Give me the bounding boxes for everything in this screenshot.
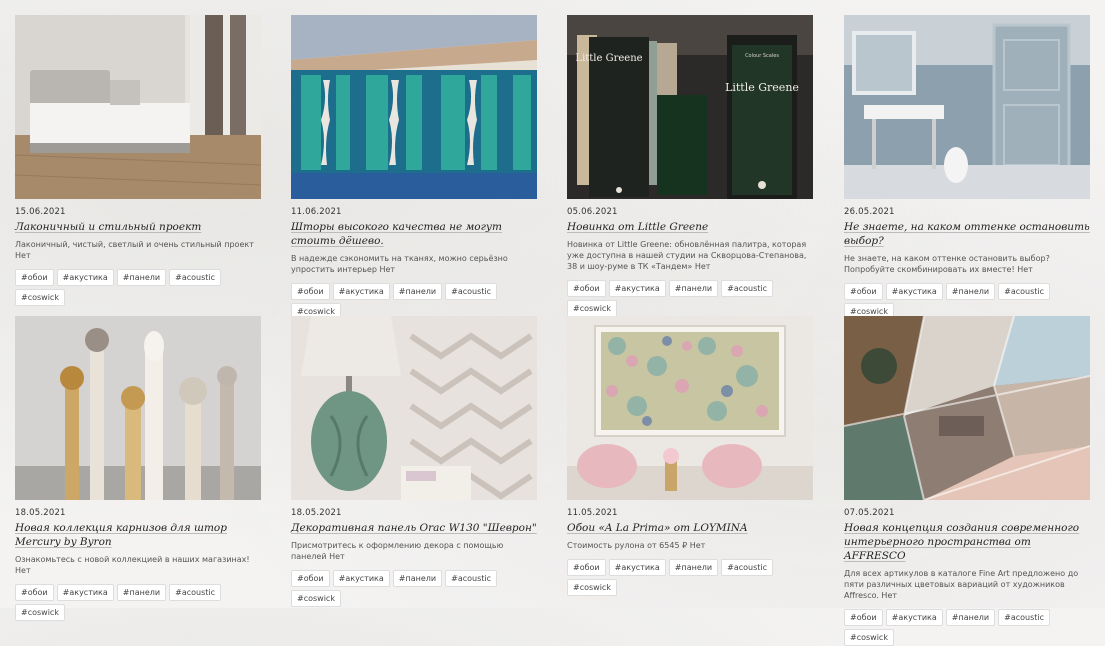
- tag-paneli[interactable]: #панели: [668, 559, 719, 576]
- tag-oboi[interactable]: #обои: [844, 609, 883, 626]
- tag-list: #обои #акустика #панели #acoustic #coswi…: [567, 280, 813, 317]
- tag-acoustic[interactable]: #acoustic: [169, 584, 222, 601]
- tag-acoustic[interactable]: #acoustic: [998, 283, 1051, 300]
- article-title[interactable]: Лаконичный и стильный проект: [15, 220, 261, 234]
- tag-list: #обои #акустика #панели #acoustic #coswi…: [844, 283, 1090, 320]
- tag-coswick[interactable]: #coswick: [15, 604, 65, 621]
- tag-coswick[interactable]: #coswick: [567, 300, 617, 317]
- article-title[interactable]: Новая коллекция карнизов для штор Mercur…: [15, 521, 261, 549]
- article-image[interactable]: [15, 15, 261, 199]
- article-description: Ознакомьтесь с новой коллекцией в наших …: [15, 555, 250, 575]
- tag-oboi[interactable]: #обои: [567, 280, 606, 297]
- article-image[interactable]: Little Greene Little Greene Colour Scale…: [567, 15, 813, 199]
- article-image[interactable]: [844, 15, 1090, 199]
- article-date: 15.06.2021: [15, 207, 66, 217]
- tag-akustika[interactable]: #акустика: [885, 609, 943, 626]
- tag-coswick[interactable]: #coswick: [15, 289, 65, 306]
- article-description: Присмотритесь к оформлению декора с помо…: [291, 541, 504, 561]
- article-title[interactable]: Не знаете, на каком оттенке остановить в…: [844, 220, 1090, 248]
- tag-oboi[interactable]: #обои: [291, 570, 330, 587]
- catalog-label: Colour Scales: [745, 53, 779, 59]
- tag-list: #обои #акустика #панели #acoustic #coswi…: [291, 570, 537, 607]
- tag-acoustic[interactable]: #acoustic: [169, 269, 222, 286]
- article-description: Новинка от Little Greene: обновлённая па…: [567, 240, 807, 271]
- article-card: 11.06.2021 Шторы высокого качества не мо…: [291, 15, 537, 320]
- tag-paneli[interactable]: #панели: [116, 584, 167, 601]
- article-image[interactable]: [291, 15, 537, 199]
- tag-oboi[interactable]: #обои: [291, 283, 330, 300]
- tag-acoustic[interactable]: #acoustic: [721, 280, 774, 297]
- tag-paneli[interactable]: #панели: [116, 269, 167, 286]
- brand-label: Little Greene: [725, 81, 799, 94]
- tag-list: #обои #акустика #панели #acoustic #coswi…: [567, 559, 813, 596]
- tag-oboi[interactable]: #обои: [15, 584, 54, 601]
- tag-acoustic[interactable]: #acoustic: [445, 570, 498, 587]
- tag-akustika[interactable]: #акустика: [885, 283, 943, 300]
- article-card: 26.05.2021 Не знаете, на каком оттенке о…: [844, 15, 1090, 320]
- article-card: 18.05.2021 Новая коллекция карнизов для …: [15, 316, 261, 621]
- tag-acoustic[interactable]: #acoustic: [445, 283, 498, 300]
- article-image[interactable]: [844, 316, 1090, 500]
- article-date: 11.06.2021: [291, 207, 342, 217]
- tag-akustika[interactable]: #акустика: [56, 269, 114, 286]
- article-card: Little Greene Little Greene Colour Scale…: [567, 15, 813, 317]
- article-image[interactable]: [291, 316, 537, 500]
- tag-paneli[interactable]: #панели: [392, 283, 443, 300]
- article-title[interactable]: Новая концепция создания современного ин…: [844, 521, 1090, 563]
- tag-akustika[interactable]: #акустика: [608, 280, 666, 297]
- article-description: В надежде сэкономить на тканях, можно се…: [291, 254, 508, 274]
- article-description: Стоимость рулона от 6545 ₽ Нет: [567, 541, 706, 550]
- article-image[interactable]: [567, 316, 813, 500]
- article-card: 18.05.2021 Декоративная панель Orac W130…: [291, 316, 537, 607]
- article-title[interactable]: Шторы высокого качества не могут стоить …: [291, 220, 537, 248]
- tag-list: #обои #акустика #панели #acoustic #coswi…: [291, 283, 537, 320]
- article-date: 11.05.2021: [567, 508, 618, 518]
- article-card: 11.05.2021 Обои «A La Prima» от LOYMINA …: [567, 316, 813, 596]
- tag-paneli[interactable]: #панели: [945, 283, 996, 300]
- article-description: Не знаете, на каком оттенке остановить в…: [844, 254, 1050, 274]
- article-description: Лаконичный, чистый, светлый и очень стил…: [15, 240, 254, 260]
- tag-oboi[interactable]: #обои: [15, 269, 54, 286]
- article-card: 15.06.2021 Лаконичный и стильный проект …: [15, 15, 261, 306]
- article-date: 26.05.2021: [844, 207, 895, 217]
- tag-paneli[interactable]: #панели: [392, 570, 443, 587]
- tag-akustika[interactable]: #акустика: [332, 283, 390, 300]
- tag-list: #обои #акустика #панели #acoustic #coswi…: [844, 609, 1090, 646]
- tag-list: #обои #акустика #панели #acoustic #coswi…: [15, 269, 261, 306]
- article-date: 18.05.2021: [15, 508, 66, 518]
- article-title[interactable]: Декоративная панель Orac W130 "Шеврон": [291, 521, 537, 535]
- article-date: 07.05.2021: [844, 508, 895, 518]
- article-image[interactable]: [15, 316, 261, 500]
- article-card: 07.05.2021 Новая концепция создания совр…: [844, 316, 1090, 646]
- tag-coswick[interactable]: #coswick: [844, 629, 894, 646]
- tag-list: #обои #акустика #панели #acoustic #coswi…: [15, 584, 261, 621]
- article-title[interactable]: Новинка от Little Greene: [567, 220, 813, 234]
- tag-paneli[interactable]: #панели: [668, 280, 719, 297]
- tag-coswick[interactable]: #coswick: [567, 579, 617, 596]
- tag-oboi[interactable]: #обои: [844, 283, 883, 300]
- article-date: 18.05.2021: [291, 508, 342, 518]
- tag-akustika[interactable]: #акустика: [608, 559, 666, 576]
- tag-paneli[interactable]: #панели: [945, 609, 996, 626]
- tag-coswick[interactable]: #coswick: [291, 590, 341, 607]
- tag-oboi[interactable]: #обои: [567, 559, 606, 576]
- tag-akustika[interactable]: #акустика: [56, 584, 114, 601]
- tag-acoustic[interactable]: #acoustic: [998, 609, 1051, 626]
- brand-label: Little Greene: [575, 53, 642, 64]
- tag-akustika[interactable]: #акустика: [332, 570, 390, 587]
- article-date: 05.06.2021: [567, 207, 618, 217]
- article-description: Для всех артикулов в каталоге Fine Art п…: [844, 569, 1079, 600]
- tag-acoustic[interactable]: #acoustic: [721, 559, 774, 576]
- article-title[interactable]: Обои «A La Prima» от LOYMINA: [567, 521, 813, 535]
